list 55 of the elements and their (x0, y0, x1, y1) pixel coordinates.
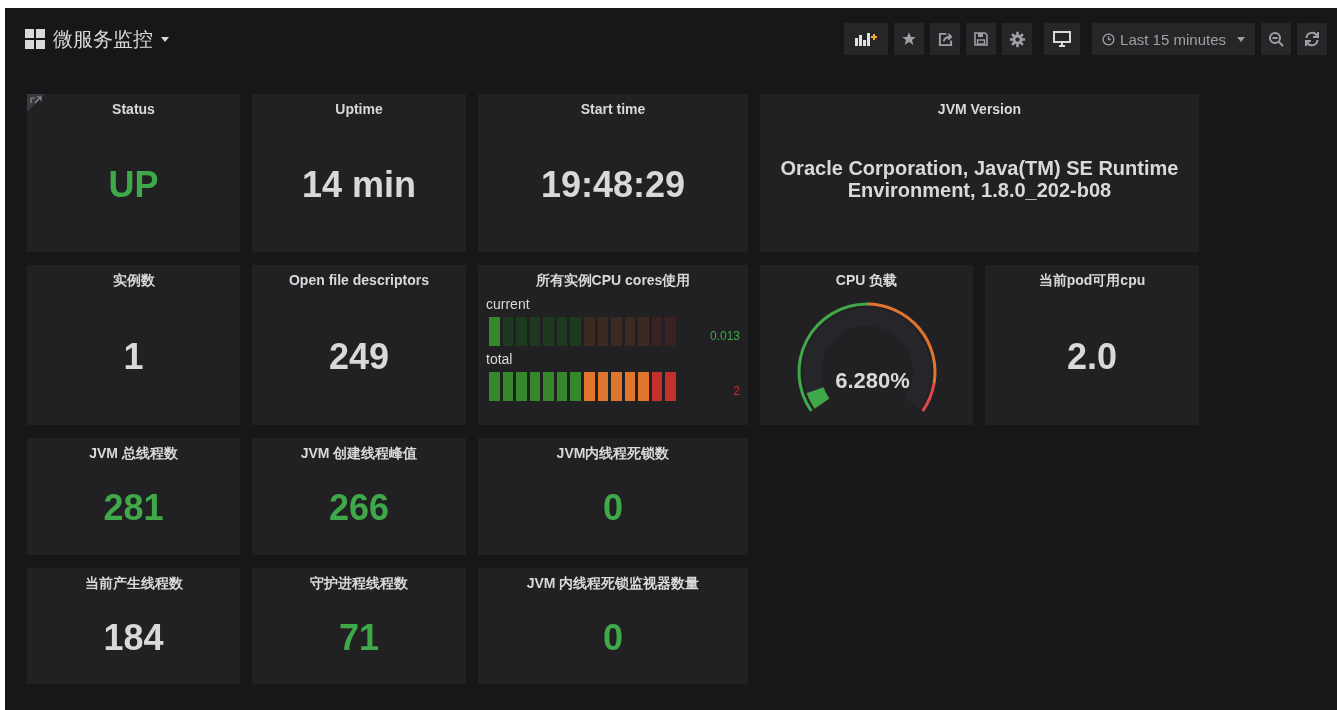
panel-title[interactable]: Status (112, 101, 155, 117)
monitor-icon (1053, 31, 1072, 47)
bar-label: current (486, 296, 531, 312)
panel-link-icon[interactable] (27, 94, 45, 112)
settings-icon (1008, 30, 1026, 48)
refresh-icon (1304, 31, 1320, 47)
stat-value: 71 (338, 616, 379, 659)
gauge-value: 6.280% (835, 368, 910, 394)
star-button[interactable] (894, 23, 925, 55)
stat-value: 184 (103, 616, 164, 659)
stat-value: 0 (603, 487, 623, 529)
dashboard-grid-icon (25, 29, 45, 49)
panel-title[interactable]: Start time (580, 101, 646, 117)
panel-title[interactable]: JVM Version (937, 101, 1022, 117)
panel-title[interactable]: Open file descriptors (288, 272, 429, 288)
panel-title[interactable]: 所有实例CPU cores使用 (535, 272, 691, 290)
refresh-button[interactable] (1297, 23, 1327, 55)
share-icon (937, 31, 953, 47)
stat-value: 266 (328, 487, 390, 529)
star-icon (901, 31, 918, 47)
panel-title[interactable]: 守护进程线程数 (310, 575, 408, 593)
bar-reading: 2 (733, 383, 740, 398)
zoom-out-icon (1268, 31, 1284, 47)
panel-title[interactable]: JVM 内线程死锁监视器数量 (526, 575, 700, 593)
caret-icon[interactable] (161, 36, 169, 42)
panel-title[interactable]: JVM内线程死锁数 (556, 445, 670, 463)
panel-title[interactable]: JVM 创建线程峰值 (300, 445, 418, 463)
panel-title[interactable]: 当前pod可用cpu (1038, 272, 1146, 290)
add-panel-button[interactable] (844, 23, 889, 55)
stat-value: 281 (103, 487, 164, 529)
share-button[interactable] (930, 23, 961, 55)
tv-mode-button[interactable] (1044, 23, 1081, 55)
stat-value: 1 (123, 335, 144, 378)
stat-value: Oracle Corporation, Java(TM) SE Runtime Environment, 1.8.0_202-b08 (779, 156, 1180, 201)
save-button[interactable] (966, 23, 997, 55)
panel-title[interactable]: Uptime (335, 101, 383, 117)
dashboard-title[interactable]: 微服务监控 (53, 25, 153, 53)
bar-label: total (486, 351, 514, 367)
stat-value: 14 min (301, 163, 416, 206)
panel-title[interactable]: 当前产生线程数 (84, 575, 183, 593)
settings-button[interactable] (1002, 23, 1033, 55)
stat-value: UP (108, 163, 159, 206)
stat-value: 0 (603, 616, 623, 659)
clock-icon (1102, 32, 1116, 46)
panel-title[interactable]: 实例数 (112, 272, 155, 290)
panel-title[interactable]: JVM 总线程数 (89, 445, 178, 463)
stat-value: 2.0 (1066, 335, 1117, 378)
zoom-out-button[interactable] (1261, 23, 1291, 55)
bar-chart-plus-icon (855, 32, 878, 46)
stat-value: 249 (328, 335, 390, 378)
bar-reading: 0.013 (709, 328, 740, 343)
caret-icon (1237, 36, 1245, 42)
panel-title[interactable]: CPU 负载 (835, 272, 898, 290)
stat-value: 19:48:29 (540, 163, 686, 206)
time-range-picker[interactable]: Last 15 minutes (1092, 23, 1255, 55)
